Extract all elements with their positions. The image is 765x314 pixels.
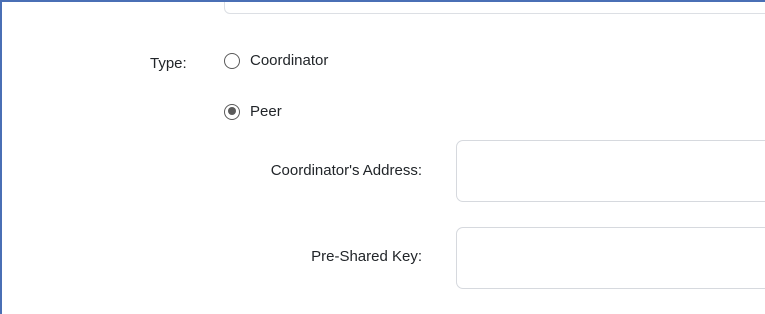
previous-input-field[interactable]	[224, 2, 765, 14]
type-option-peer[interactable]: Peer	[224, 103, 282, 120]
coordinator-option-label: Coordinator	[250, 52, 329, 69]
peer-radio-button[interactable]	[224, 103, 240, 120]
type-option-coordinator[interactable]: Coordinator	[224, 52, 328, 69]
coordinator-address-input[interactable]	[456, 140, 765, 202]
peer-option-label: Peer	[250, 103, 282, 120]
type-label: Type:	[150, 55, 187, 72]
pre-shared-key-input[interactable]	[456, 227, 765, 289]
coordinator-address-label: Coordinator's Address:	[270, 162, 422, 179]
pre-shared-key-label: Pre-Shared Key:	[311, 248, 422, 265]
coordinator-radio-button[interactable]	[224, 52, 240, 69]
settings-panel: Type: Coordinator Peer Coordinator's Add…	[0, 0, 765, 314]
